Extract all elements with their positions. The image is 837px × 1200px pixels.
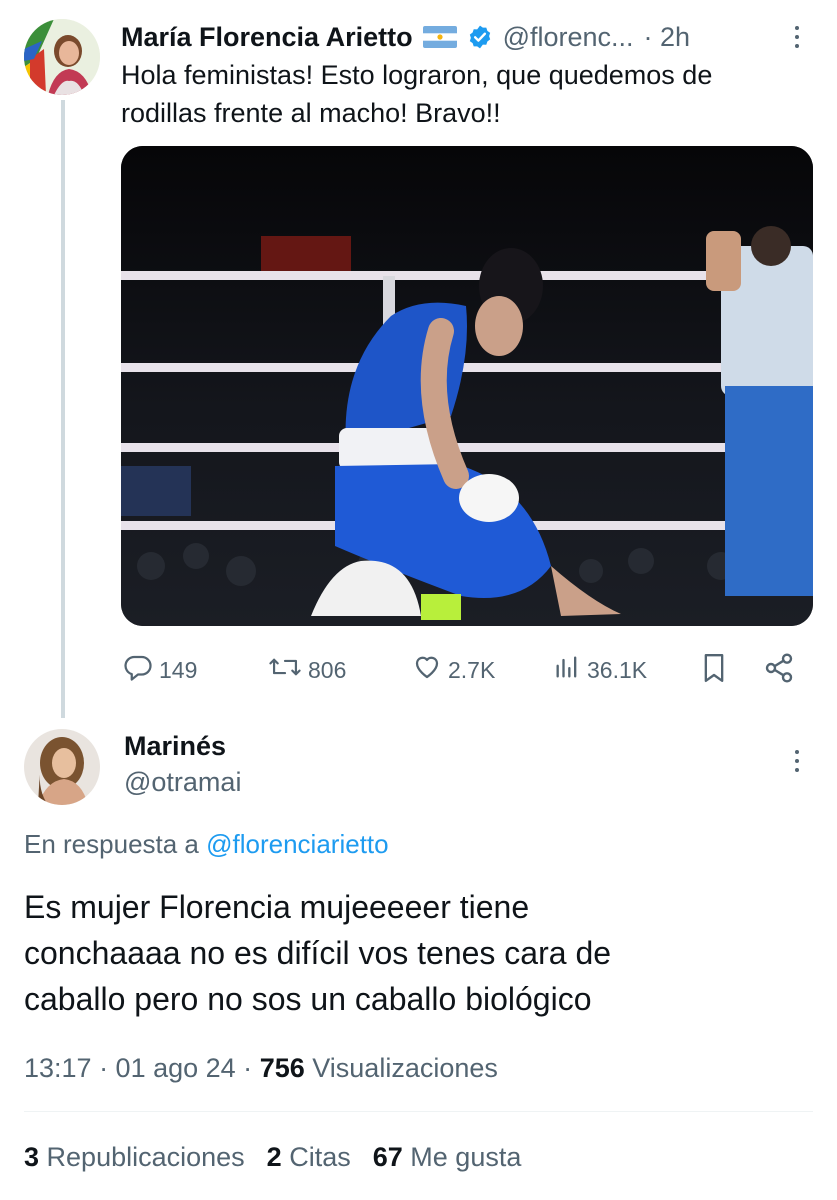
likes-stat-count: 67 <box>372 1142 403 1172</box>
argentina-flag-icon <box>422 26 457 48</box>
like-count: 2.7K <box>448 656 496 683</box>
in-reply-to-handle-link[interactable]: @florenciarietto <box>206 829 388 859</box>
repost-button[interactable]: 806 <box>268 652 346 688</box>
divider <box>24 1111 813 1112</box>
verified-badge-icon <box>467 24 493 50</box>
in-reply-to-label: En respuesta a <box>24 829 199 859</box>
tweet-text-line: rodillas frente al macho! Bravo!! <box>121 98 501 128</box>
tweet-media-photo[interactable] <box>121 146 813 626</box>
thread-connector-line <box>61 100 65 718</box>
reposts-stat-count: 3 <box>24 1142 40 1172</box>
tweet-text-line: Hola feministas! Esto lograron, que qued… <box>121 60 713 90</box>
like-button[interactable]: 2.7K <box>412 652 495 688</box>
reply-text-line: caballo pero no sos un caballo biológico <box>24 981 592 1017</box>
repost-icon <box>268 652 302 688</box>
quotes-stat-label: Citas <box>289 1142 351 1172</box>
reply-author-avatar[interactable] <box>24 729 100 805</box>
likes-stat[interactable]: 67 Me gusta <box>373 1142 522 1173</box>
author-name[interactable]: María Florencia Arietto <box>121 22 413 53</box>
tweet-time[interactable]: · 2h <box>644 22 691 53</box>
reply-icon <box>123 652 153 688</box>
reply-count: 149 <box>159 656 198 683</box>
reposts-stat-label: Republicaciones <box>46 1142 245 1172</box>
reply-more-options-icon[interactable] <box>795 750 799 772</box>
likes-stat-label: Me gusta <box>410 1142 522 1172</box>
reply-view-label: Visualizaciones <box>312 1053 498 1083</box>
share-icon[interactable] <box>763 652 795 689</box>
quotes-stat-count: 2 <box>266 1142 282 1172</box>
reply-view-count: 756 <box>259 1053 305 1083</box>
reply-timestamp[interactable]: 13:17 · 01 ago 24 · <box>24 1053 252 1083</box>
reply-text-line: Es mujer Florencia mujeeeeer tiene <box>24 889 530 925</box>
reply-button[interactable]: 149 <box>123 652 197 688</box>
views-count: 36.1K <box>587 656 648 683</box>
heart-icon <box>412 652 442 688</box>
repost-count: 806 <box>308 656 347 683</box>
views-chart-icon <box>553 652 581 688</box>
views-button[interactable]: 36.1K <box>553 652 647 688</box>
reply-text-line: conchaaaa no es difícil vos tenes cara d… <box>24 935 612 971</box>
bookmark-icon[interactable] <box>700 652 728 689</box>
author-avatar[interactable] <box>24 19 100 95</box>
more-options-icon[interactable] <box>795 26 799 48</box>
reposts-stat[interactable]: 3 Republicaciones <box>24 1142 245 1173</box>
reply-author-handle[interactable]: @otramai <box>124 767 241 798</box>
quotes-stat[interactable]: 2 Citas <box>267 1142 351 1173</box>
reply-author-name[interactable]: Marinés <box>124 731 226 762</box>
author-handle[interactable]: @florenc... <box>503 22 634 53</box>
